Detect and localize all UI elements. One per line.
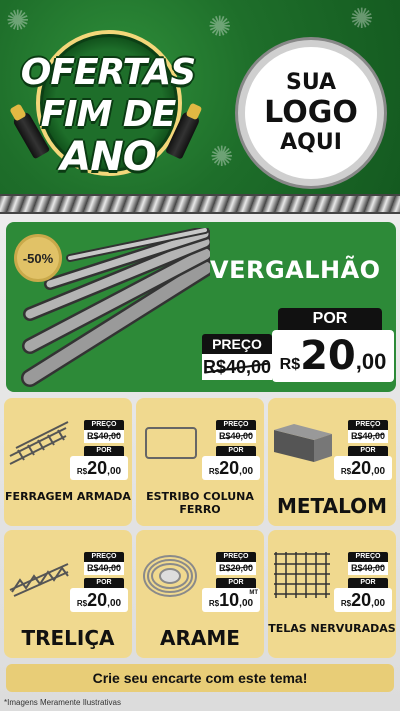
rebar-cage-image — [9, 421, 69, 465]
product-card-trelica[interactable]: PREÇO R$40,00 POR R$ 20 ,00 TRELIÇA — [4, 530, 132, 658]
logo-text-line1: SUA — [285, 70, 337, 96]
preco-label: PREÇO — [348, 420, 388, 430]
price-integer: 10 — [219, 590, 240, 610]
firework-icon: ✺ — [210, 141, 234, 172]
por-label: POR — [216, 578, 256, 588]
price-currency: R$ — [340, 599, 352, 608]
logo-placeholder[interactable]: SUA LOGO AQUI — [238, 40, 384, 186]
truss-image — [9, 563, 69, 597]
price-currency: R$ — [279, 356, 301, 373]
badge-title-line2: FIM DE — [40, 94, 177, 135]
new-price: R$ 20 ,00 — [70, 456, 128, 480]
discount-badge: -50% — [14, 234, 62, 282]
product-card-telas-nervuradas[interactable]: PREÇO R$40,00 POR R$ 20 ,00 TELAS NERVUR… — [268, 530, 396, 658]
product-name: FERRAGEM ARMADA — [5, 490, 131, 503]
preco-label: PREÇO — [216, 552, 256, 562]
price-decimal: ,00 — [371, 466, 386, 477]
product-card-arame[interactable]: PREÇO R$20,00 POR R$ 10 ,00 MT ARAME — [136, 530, 264, 658]
header-banner: ✺ ✺ ✺ ✺ OFERTAS FIM DE ANO SUA LOGO AQUI — [0, 0, 400, 195]
firework-icon: ✺ — [208, 11, 232, 42]
metal-profile-image — [274, 424, 332, 462]
rebar-divider — [0, 194, 400, 214]
product-name: TRELIÇA — [21, 626, 115, 650]
old-price: R$40,00 — [84, 562, 124, 575]
product-card-metalom[interactable]: PREÇO R$40,00 POR R$ 20 ,00 METALOM — [268, 398, 396, 526]
price-decimal: ,00 — [239, 466, 254, 477]
por-label: POR — [216, 446, 256, 456]
preco-label: PREÇO — [202, 334, 272, 354]
mesh-image — [274, 552, 330, 598]
price-decimal: ,00 — [107, 598, 122, 609]
new-price: R$ 20 ,00 — [202, 456, 260, 480]
preco-label: PREÇO — [84, 552, 124, 562]
price-integer: 20 — [219, 458, 240, 478]
old-price: R$40,00 — [348, 562, 388, 575]
logo-text-line2: LOGO — [264, 94, 358, 130]
badge-title-line1: OFERTAS — [20, 52, 196, 93]
product-name: VERGALHÃO — [210, 256, 381, 284]
old-price: R$40,00 — [84, 430, 124, 443]
old-price: R$40,00 — [348, 430, 388, 443]
price-integer: 20 — [351, 590, 372, 610]
product-name: ESTRIBO COLUNA FERRO — [146, 490, 254, 516]
price-currency: R$ — [340, 467, 352, 476]
stirrup-image — [145, 427, 197, 459]
new-price: R$ 20 ,00 — [334, 588, 392, 612]
price-unit: MT — [249, 590, 258, 596]
price-currency: R$ — [208, 467, 220, 476]
preco-label: PREÇO — [348, 552, 388, 562]
por-label: POR — [348, 446, 388, 456]
badge-title-line3: ANO — [60, 134, 156, 180]
new-price: R$ 20 ,00 — [272, 330, 394, 382]
price-integer: 20 — [351, 458, 372, 478]
preco-label: PREÇO — [84, 420, 124, 430]
old-price: R$40,00 — [216, 430, 256, 443]
logo-text-line3: AQUI — [280, 130, 342, 156]
por-label: POR — [84, 578, 124, 588]
cta-banner[interactable]: Crie seu encarte com este tema! — [6, 664, 394, 692]
preco-label: PREÇO — [216, 420, 256, 430]
disclaimer-text: *Imagens Meramente Ilustrativas — [4, 698, 121, 707]
price-currency: R$ — [76, 467, 88, 476]
product-name: TELAS NERVURADAS — [268, 622, 396, 635]
product-name: METALOM — [276, 494, 388, 518]
price-decimal: ,00 — [239, 598, 254, 609]
product-name: ARAME — [160, 626, 240, 650]
promo-badge: OFERTAS FIM DE ANO — [8, 22, 201, 192]
product-card-ferragem-armada[interactable]: PREÇO R$40,00 POR R$ 20 ,00 FERRAGEM ARM… — [4, 398, 132, 526]
price-integer: 20 — [87, 458, 108, 478]
firework-icon: ✺ — [350, 3, 374, 34]
price-decimal: ,00 — [107, 466, 122, 477]
featured-product-card[interactable]: -50% VERGALHÃO POR PREÇO R$40,00 R$ 20 ,… — [6, 222, 396, 392]
por-label: POR — [84, 446, 124, 456]
product-card-estribo[interactable]: PREÇO R$40,00 POR R$ 20 ,00 ESTRIBO COLU… — [136, 398, 264, 526]
price-integer: 20 — [87, 590, 108, 610]
price-decimal: ,00 — [371, 598, 386, 609]
por-label: POR — [278, 308, 382, 330]
flyer-page: ✺ ✺ ✺ ✺ OFERTAS FIM DE ANO SUA LOGO AQUI — [0, 0, 400, 711]
wire-coil-image — [143, 555, 197, 597]
price-integer: 20 — [300, 333, 356, 379]
price-decimal: ,00 — [355, 349, 387, 374]
new-price: R$ 20 ,00 — [334, 456, 392, 480]
new-price: R$ 20 ,00 — [70, 588, 128, 612]
old-price: R$20,00 — [216, 562, 256, 575]
por-label: POR — [348, 578, 388, 588]
price-currency: R$ — [208, 599, 220, 608]
price-currency: R$ — [76, 599, 88, 608]
old-price: R$40,00 — [202, 354, 272, 380]
new-price: R$ 10 ,00 MT — [202, 588, 260, 612]
